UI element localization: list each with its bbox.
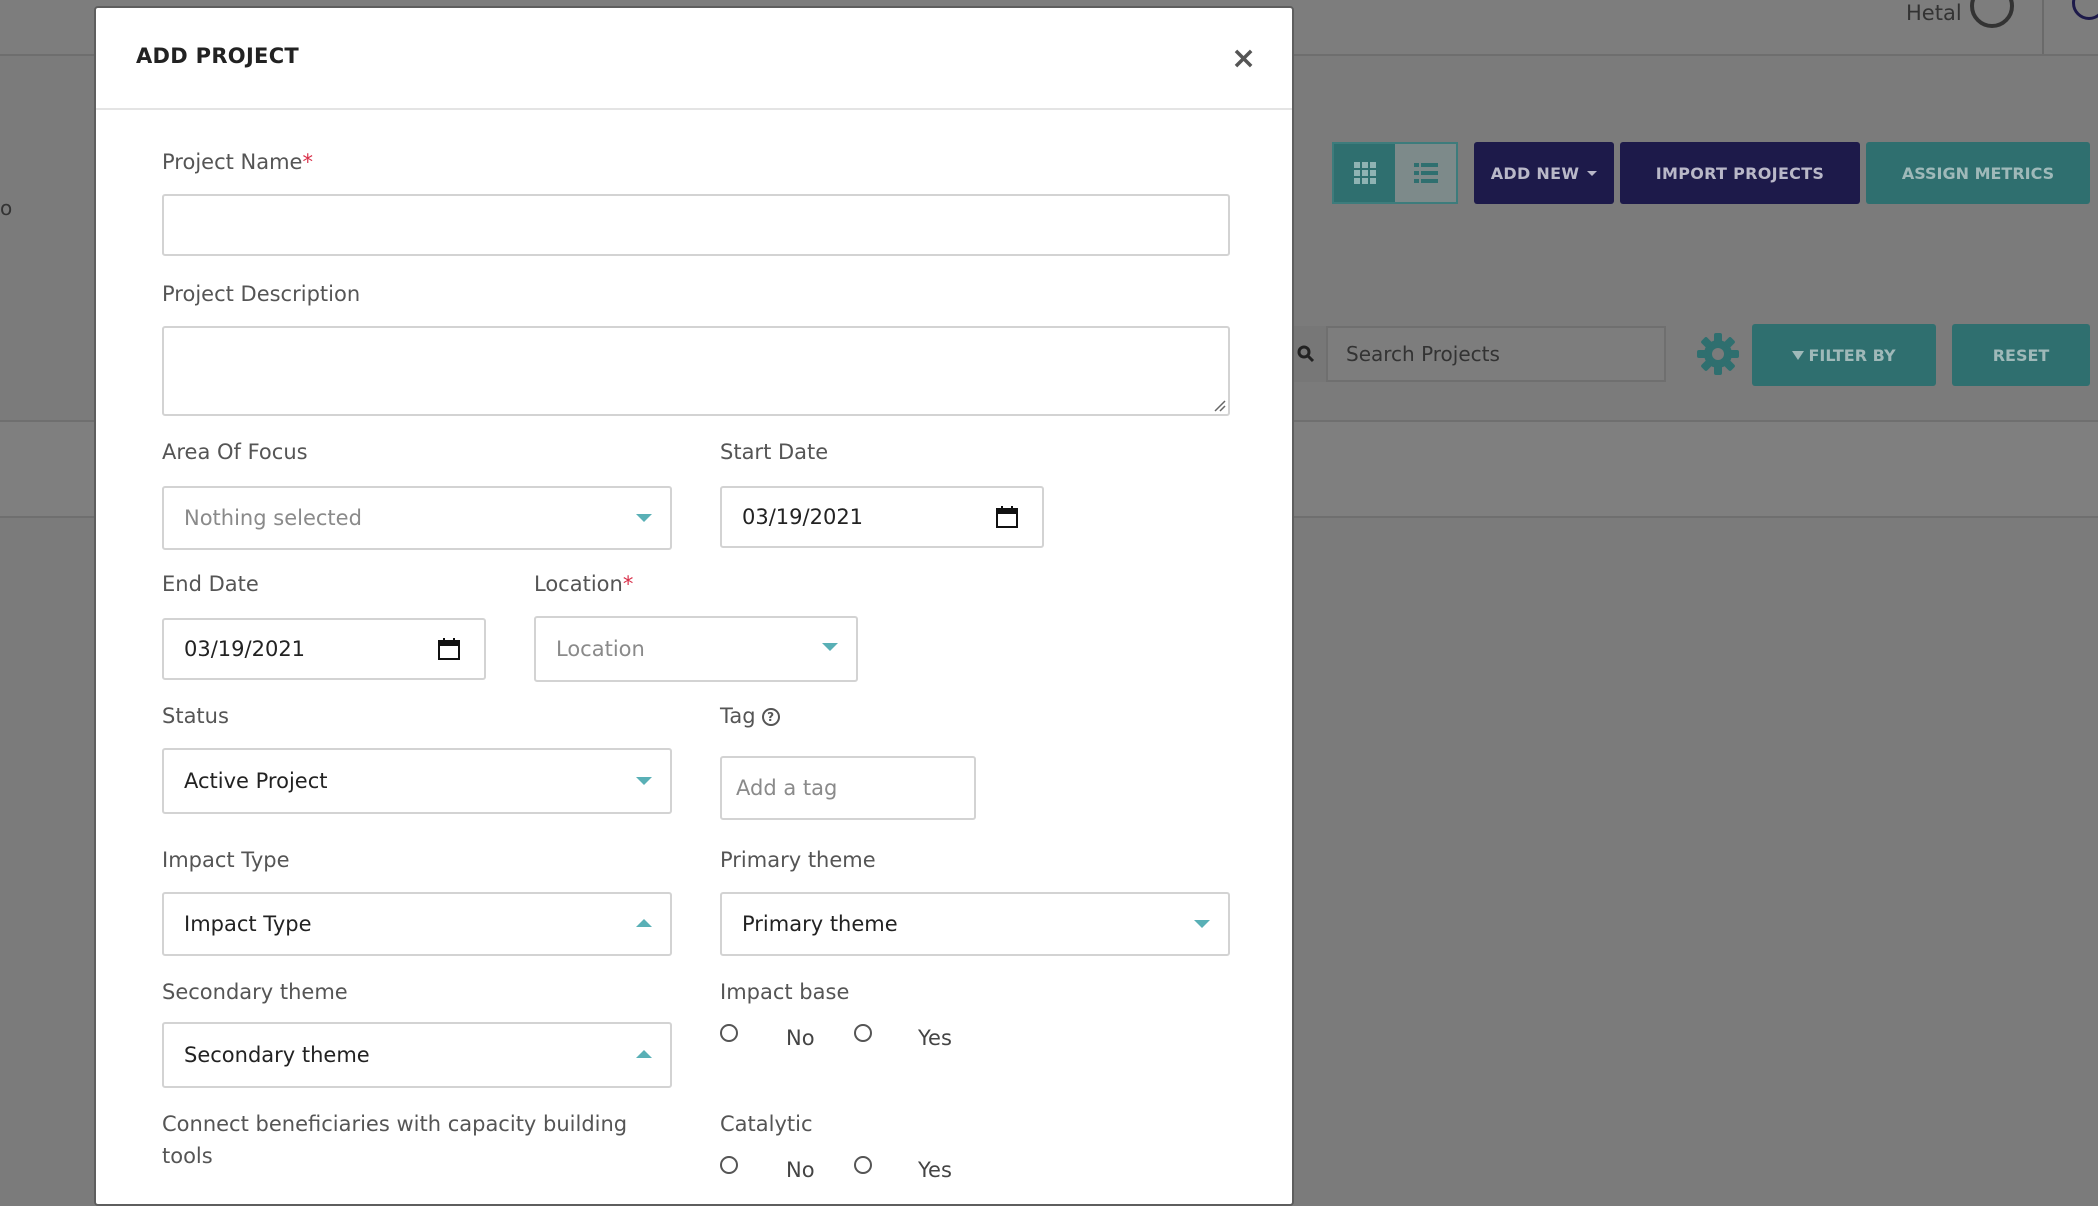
catalytic-no-radio[interactable] [720, 1156, 738, 1174]
area-of-focus-placeholder: Nothing selected [184, 506, 362, 530]
question-circle-icon[interactable]: ? [761, 708, 780, 726]
end-date-value: 03/19/2021 [184, 637, 306, 661]
tag-input[interactable]: Add a tag [720, 756, 976, 820]
search-placeholder: Search Projects [1346, 342, 1500, 366]
end-date-label: End Date [162, 572, 259, 596]
tag-label: Tag? [720, 704, 780, 728]
grid-icon [1353, 162, 1376, 184]
calendar-icon[interactable] [438, 638, 460, 660]
filter-icon [1792, 350, 1805, 360]
reset-button[interactable]: RESET [1952, 324, 2090, 386]
import-projects-label: IMPORT PROJECTS [1655, 163, 1825, 183]
modal-title: ADD PROJECT [136, 44, 300, 68]
chevron-down-icon [636, 777, 652, 785]
primary-theme-label: Primary theme [720, 848, 876, 872]
secondary-theme-select[interactable]: Secondary theme [162, 1022, 672, 1088]
location-label: Location* [534, 572, 633, 596]
connect-beneficiaries-label-line2: tools [162, 1144, 213, 1168]
close-icon[interactable]: × [1231, 44, 1256, 74]
calendar-icon[interactable] [996, 506, 1018, 528]
gear-icon[interactable] [1696, 332, 1740, 376]
project-description-label: Project Description [162, 282, 361, 306]
filter-by-button[interactable]: FILTER BY [1752, 324, 1936, 386]
secondary-theme-value: Secondary theme [184, 1043, 370, 1067]
modal-header: ADD PROJECT × [96, 8, 1292, 110]
assign-metrics-button[interactable]: ASSIGN METRICS [1866, 142, 2090, 204]
list-view-button[interactable] [1395, 144, 1456, 202]
catalytic-no-label: No [786, 1158, 815, 1182]
project-name-label: Project Name* [162, 150, 313, 174]
required-marker: * [302, 150, 313, 174]
location-placeholder: Location [556, 637, 645, 661]
status-select[interactable]: Active Project [162, 748, 672, 814]
list-icon [1413, 163, 1438, 183]
start-date-label: Start Date [720, 440, 829, 464]
project-name-label-text: Project Name [162, 150, 303, 174]
chevron-down-icon [1587, 170, 1598, 176]
impact-type-select[interactable]: Impact Type [162, 892, 672, 956]
topbar-divider [2042, 0, 2044, 54]
impact-base-label: Impact base [720, 980, 850, 1004]
catalytic-yes-label: Yes [918, 1158, 952, 1182]
impact-base-no-radio[interactable] [720, 1024, 738, 1042]
tag-placeholder: Add a tag [736, 776, 838, 800]
impact-base-yes-radio[interactable] [854, 1024, 872, 1042]
location-select[interactable]: Location [534, 616, 858, 682]
add-project-modal: ADD PROJECT × Project Name* Project Desc… [94, 6, 1294, 1206]
chevron-up-icon [636, 1050, 652, 1058]
tag-label-text: Tag [720, 704, 756, 728]
view-toggle [1332, 142, 1458, 204]
impact-type-label: Impact Type [162, 848, 290, 872]
user-name[interactable]: Hetal [1906, 0, 1962, 26]
catalytic-label: Catalytic [720, 1112, 813, 1136]
impact-base-no-label: No [786, 1026, 815, 1050]
connect-beneficiaries-label-line1: Connect beneficiaries with capacity buil… [162, 1112, 628, 1136]
start-date-value: 03/19/2021 [742, 505, 864, 529]
status-value: Active Project [184, 769, 328, 793]
area-of-focus-select[interactable]: Nothing selected [162, 486, 672, 550]
user-avatar-icon[interactable] [1970, 0, 2014, 28]
status-label: Status [162, 704, 229, 728]
resize-handle-icon[interactable] [1212, 398, 1226, 412]
filter-by-label: FILTER BY [1808, 345, 1896, 365]
primary-theme-select[interactable]: Primary theme [720, 892, 1230, 956]
add-new-label: ADD NEW [1490, 163, 1580, 183]
secondary-theme-label: Secondary theme [162, 980, 348, 1004]
assign-metrics-label: ASSIGN METRICS [1901, 163, 2055, 183]
impact-base-yes-label: Yes [918, 1026, 952, 1050]
add-new-button[interactable]: ADD NEW [1474, 142, 1614, 204]
search-projects-input[interactable]: Search Projects [1326, 326, 1666, 382]
project-name-input[interactable] [162, 194, 1230, 256]
grid-view-button[interactable] [1334, 144, 1395, 202]
chevron-down-icon [636, 514, 652, 522]
project-description-textarea[interactable] [162, 326, 1230, 416]
chevron-up-icon [636, 919, 652, 927]
impact-type-value: Impact Type [184, 912, 312, 936]
chevron-down-icon [1194, 920, 1210, 928]
chevron-down-icon [822, 643, 838, 651]
reset-label: RESET [1992, 345, 2050, 365]
sidebar-text-fragment: o [0, 196, 13, 220]
catalytic-yes-radio[interactable] [854, 1156, 872, 1174]
primary-theme-value: Primary theme [742, 912, 898, 936]
end-date-input[interactable]: 03/19/2021 [162, 618, 486, 680]
start-date-input[interactable]: 03/19/2021 [720, 486, 1044, 548]
import-projects-button[interactable]: IMPORT PROJECTS [1620, 142, 1860, 204]
location-label-text: Location [534, 572, 623, 596]
help-circle-icon[interactable] [2072, 0, 2098, 20]
required-marker: * [622, 572, 634, 596]
area-of-focus-label: Area Of Focus [162, 440, 308, 464]
